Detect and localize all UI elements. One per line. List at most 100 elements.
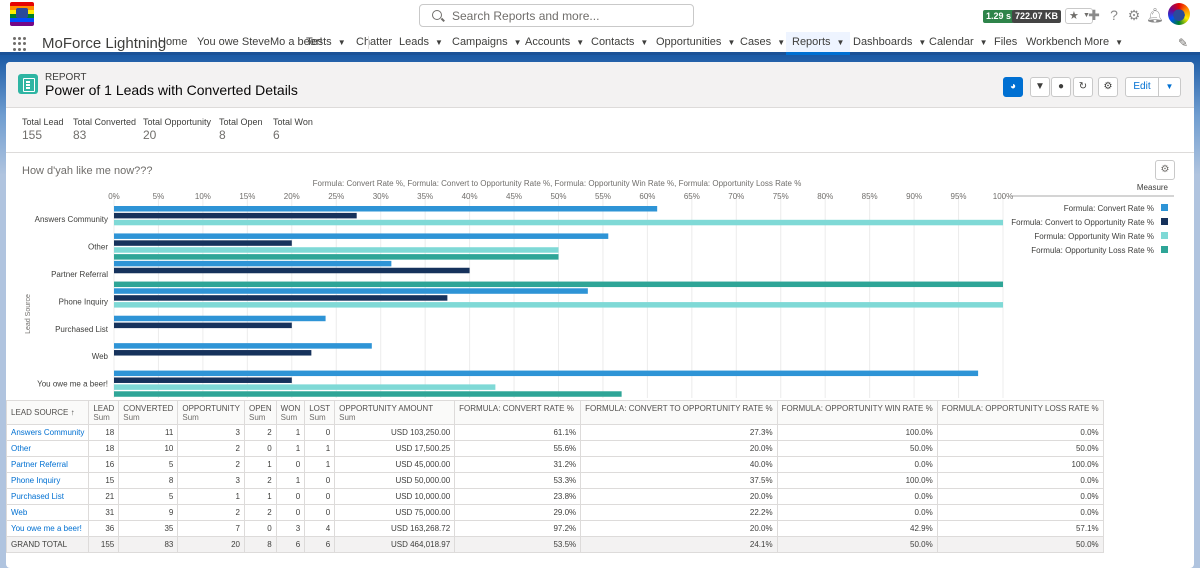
column-header[interactable]: OPPORTUNITY Sum bbox=[177, 400, 245, 425]
nav-item-beer[interactable]: You owe SteveMo a beer! bbox=[197, 32, 323, 52]
column-header[interactable]: LEAD SOURCE ↑ bbox=[6, 400, 90, 425]
bar[interactable] bbox=[114, 247, 559, 253]
chart-toggle-button[interactable]: ◕ bbox=[1003, 77, 1023, 97]
table-cell: 2 bbox=[244, 504, 277, 521]
setup-gear-icon[interactable]: ⚙ bbox=[1126, 7, 1142, 23]
nav-item-reports[interactable]: Reports ▼ bbox=[786, 32, 851, 55]
chevron-down-icon[interactable]: ▼ bbox=[837, 33, 845, 53]
chevron-down-icon[interactable]: ▼ bbox=[576, 33, 584, 53]
chevron-down-icon[interactable]: ▼ bbox=[980, 33, 988, 53]
nav-item-tests[interactable]: Tests ▼ bbox=[306, 32, 346, 52]
bar[interactable] bbox=[114, 206, 658, 212]
bar[interactable] bbox=[114, 302, 1003, 308]
bar[interactable] bbox=[114, 212, 357, 219]
nav-label: Calendar bbox=[929, 36, 974, 48]
bar[interactable] bbox=[114, 391, 622, 397]
bar[interactable] bbox=[114, 384, 496, 390]
bar[interactable] bbox=[114, 350, 312, 356]
bar[interactable] bbox=[114, 260, 392, 267]
column-header[interactable]: CONVERTED Sum bbox=[118, 400, 179, 425]
app-launcher-icon[interactable] bbox=[13, 37, 27, 51]
help-icon[interactable]: ? bbox=[1106, 7, 1122, 23]
comment-button[interactable]: ● bbox=[1051, 77, 1071, 97]
chevron-down-icon[interactable]: ▼ bbox=[514, 33, 522, 53]
settings-button[interactable]: ⚙ bbox=[1098, 77, 1118, 97]
table-cell: 1 bbox=[304, 456, 336, 473]
column-header[interactable]: LOST Sum bbox=[304, 400, 336, 425]
nav-item-workbench[interactable]: Workbench bbox=[1026, 32, 1081, 52]
column-header[interactable]: WON Sum bbox=[275, 400, 306, 425]
user-avatar[interactable] bbox=[1168, 3, 1190, 25]
org-logo[interactable] bbox=[10, 2, 34, 26]
nav-label: Chatter bbox=[356, 36, 393, 48]
nav-item-dashboards[interactable]: Dashboards ▼ bbox=[853, 32, 926, 52]
lead-source-cell[interactable]: Purchased List bbox=[6, 488, 90, 505]
nav-item-accounts[interactable]: Accounts ▼ bbox=[525, 32, 584, 52]
column-header[interactable]: OPPORTUNITY AMOUNT Sum bbox=[334, 400, 456, 425]
edit-nav-pencil-icon[interactable]: ✎ bbox=[1178, 36, 1188, 50]
nav-item-calendar[interactable]: Calendar ▼ bbox=[929, 32, 988, 52]
chevron-down-icon[interactable]: ▼ bbox=[435, 33, 443, 53]
edit-menu-chevron-icon[interactable]: ▼ bbox=[1159, 78, 1180, 96]
legend-swatch[interactable] bbox=[1161, 232, 1168, 239]
legend-swatch[interactable] bbox=[1161, 204, 1168, 211]
nav-item-cases[interactable]: Cases ▼ bbox=[740, 32, 785, 52]
global-actions-plus-icon[interactable]: ✚ bbox=[1086, 7, 1102, 23]
column-header[interactable]: FORMULA: OPPORTUNITY LOSS RATE % bbox=[936, 400, 1104, 425]
chevron-down-icon[interactable]: ▼ bbox=[640, 33, 648, 53]
bar[interactable] bbox=[114, 370, 979, 377]
bar[interactable] bbox=[114, 322, 292, 329]
x-tick-label: 50% bbox=[550, 192, 566, 201]
bar[interactable] bbox=[114, 254, 559, 260]
lead-source-cell[interactable]: Answers Community bbox=[6, 424, 90, 441]
lead-source-cell[interactable]: You owe me a beer! bbox=[6, 520, 90, 537]
column-header[interactable]: FORMULA: OPPORTUNITY WIN RATE % bbox=[776, 400, 938, 425]
column-header[interactable]: FORMULA: CONVERT TO OPPORTUNITY RATE % bbox=[580, 400, 778, 425]
column-header[interactable]: FORMULA: CONVERT RATE % bbox=[454, 400, 582, 425]
filter-button[interactable]: ▼ bbox=[1030, 77, 1050, 97]
table-cell: 1 bbox=[244, 488, 277, 505]
column-header[interactable]: OPEN Sum bbox=[244, 400, 277, 425]
category-label: Phone Inquiry bbox=[59, 297, 108, 306]
x-tick-label: 0% bbox=[108, 192, 120, 201]
bar[interactable] bbox=[114, 267, 470, 274]
summary-label: Total Won bbox=[273, 117, 313, 127]
bar[interactable] bbox=[114, 377, 292, 383]
nav-item-files[interactable]: Files bbox=[994, 32, 1017, 52]
bar[interactable] bbox=[114, 281, 1003, 288]
nav-item-campaigns[interactable]: Campaigns ▼ bbox=[452, 32, 522, 52]
nav-item-leads[interactable]: Leads ▼ bbox=[399, 32, 443, 52]
bar[interactable] bbox=[114, 219, 1003, 226]
chevron-down-icon[interactable]: ▼ bbox=[727, 33, 735, 53]
bar[interactable] bbox=[114, 240, 292, 246]
column-header[interactable]: LEAD Sum bbox=[88, 400, 120, 425]
nav-item-home[interactable]: Home bbox=[158, 32, 187, 52]
lead-source-cell[interactable]: Other bbox=[6, 440, 90, 457]
notifications-bell-icon[interactable]: 🔔︎ bbox=[1146, 7, 1164, 23]
bar[interactable] bbox=[114, 343, 372, 349]
chevron-down-icon[interactable]: ▼ bbox=[777, 33, 785, 53]
nav-item-more[interactable]: More ▼ bbox=[1084, 32, 1123, 52]
chevron-down-icon[interactable]: ▼ bbox=[918, 33, 926, 53]
nav-item-contacts[interactable]: Contacts ▼ bbox=[591, 32, 648, 52]
lead-source-cell[interactable]: Partner Referral bbox=[6, 456, 90, 473]
legend-swatch[interactable] bbox=[1161, 218, 1168, 225]
search-input[interactable] bbox=[452, 8, 682, 24]
chevron-down-icon[interactable]: ▼ bbox=[1115, 33, 1123, 53]
refresh-button[interactable]: ↻ bbox=[1073, 77, 1093, 97]
chevron-down-icon[interactable]: ▼ bbox=[338, 33, 346, 53]
nav-item-chatter[interactable]: Chatter bbox=[356, 32, 392, 52]
bar[interactable] bbox=[114, 233, 609, 239]
global-search[interactable] bbox=[419, 4, 694, 27]
nav-item-opportunities[interactable]: Opportunities ▼ bbox=[656, 32, 735, 52]
bar[interactable] bbox=[114, 295, 448, 301]
bar[interactable] bbox=[114, 315, 326, 322]
edit-button[interactable]: Edit bbox=[1126, 78, 1159, 96]
legend-swatch[interactable] bbox=[1161, 246, 1168, 253]
summary-total-converted: Total Converted 83 bbox=[73, 117, 136, 142]
lead-source-cell[interactable]: Phone Inquiry bbox=[6, 472, 90, 489]
bar[interactable] bbox=[114, 288, 588, 294]
x-tick-label: 35% bbox=[417, 192, 433, 201]
table-cell: 23.8% bbox=[454, 488, 582, 505]
lead-source-cell[interactable]: Web bbox=[6, 504, 90, 521]
